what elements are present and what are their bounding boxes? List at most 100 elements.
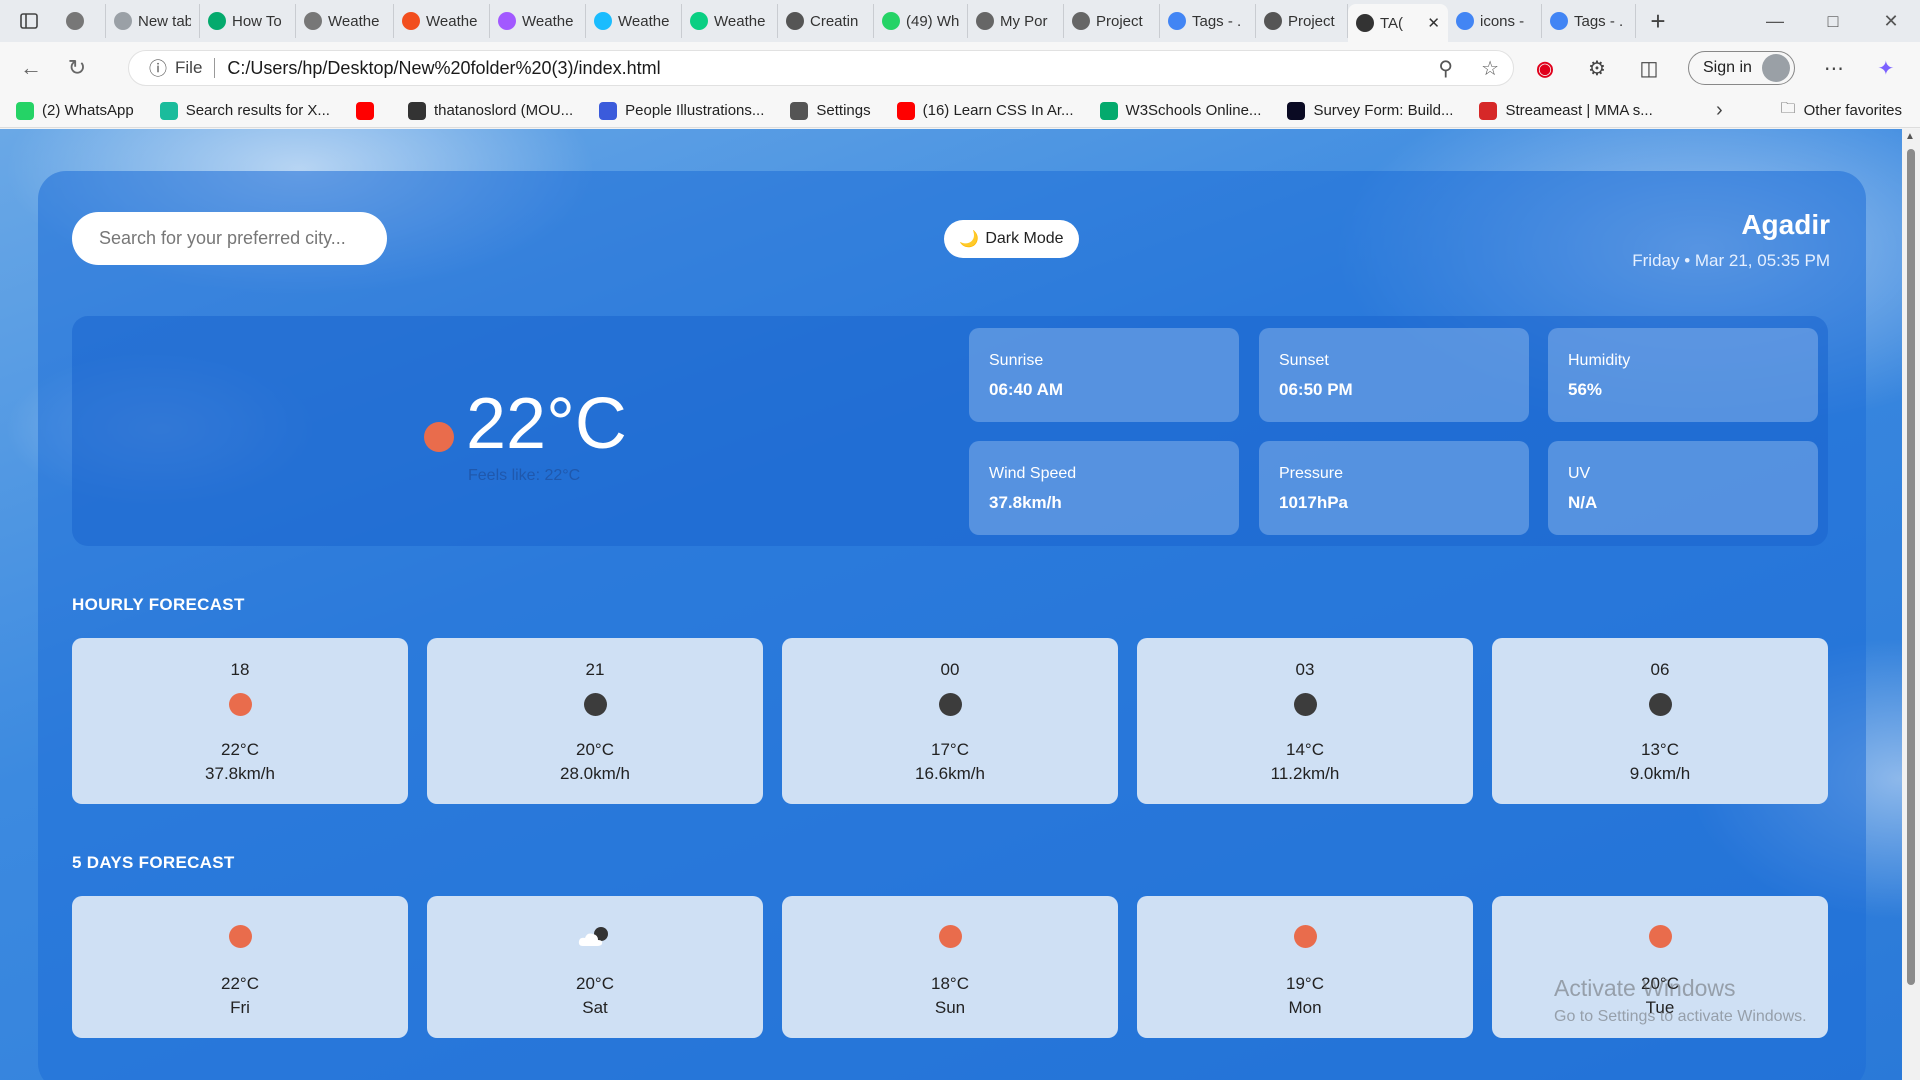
vertex-icon — [159, 101, 178, 120]
browser-tab[interactable]: Tags - . — [1160, 4, 1256, 38]
browser-tab[interactable]: TA(✕ — [1348, 4, 1448, 42]
browser-tab[interactable] — [58, 4, 106, 38]
sign-in-label: Sign in — [1703, 59, 1752, 76]
openai-icon — [1264, 12, 1282, 30]
daily-temp: 19°C — [1286, 974, 1324, 993]
stat-label: Sunrise — [989, 352, 1044, 369]
zoom-icon[interactable]: ⚲ — [1438, 56, 1453, 81]
youtube-icon — [896, 101, 915, 120]
browser-tab[interactable]: Project — [1256, 4, 1348, 38]
browser-tab[interactable]: (49) Wh — [874, 4, 968, 38]
stat-label: Humidity — [1568, 352, 1631, 369]
bookmark-item[interactable]: (2) WhatsApp — [16, 101, 134, 120]
browser-tab[interactable]: icons - — [1448, 4, 1542, 38]
stat-value: N/A — [1568, 493, 1598, 512]
current-date: Friday • Mar 21, 05:35 PM — [1632, 251, 1830, 270]
copilot-icon[interactable]: ✦ — [1873, 56, 1899, 81]
figma-icon — [498, 12, 516, 30]
whatsapp-icon — [882, 12, 900, 30]
page-scrollbar[interactable]: ▲ — [1902, 129, 1920, 1080]
openai-icon — [786, 12, 804, 30]
opera-icon[interactable]: ◉ — [1532, 56, 1558, 81]
bookmark-item[interactable]: Survey Form: Build... — [1287, 101, 1453, 120]
browser-tab[interactable]: Project — [1064, 4, 1160, 38]
browser-tab[interactable]: Weathe — [586, 4, 682, 38]
hourly-card: 00 17°C 16.6km/h — [782, 638, 1118, 804]
minimize-button[interactable]: — — [1746, 0, 1804, 42]
browser-tab[interactable]: Weathe — [394, 4, 490, 38]
browser-tab[interactable]: Tags - . — [1542, 4, 1636, 38]
bookmark-item[interactable]: Search results for X... — [159, 101, 330, 120]
avatar — [1761, 54, 1790, 82]
hourly-time: 21 — [585, 660, 605, 679]
new-tab-button[interactable]: + — [1636, 0, 1680, 42]
globe-icon — [1356, 14, 1374, 32]
browser-tab[interactable]: How To — [200, 4, 296, 38]
close-window-button[interactable]: ✕ — [1862, 0, 1920, 42]
browser-tab[interactable]: My Por — [968, 4, 1064, 38]
bookmark-label: Streameast | MMA s... — [1505, 102, 1653, 119]
google-icon — [1168, 12, 1186, 30]
chevron-right-icon[interactable]: › — [1716, 99, 1723, 122]
watermark-title: Activate Windows — [1554, 975, 1736, 1001]
tab-actions-button[interactable] — [0, 0, 58, 42]
alx-icon — [976, 12, 994, 30]
address-bar[interactable]: ⓘ File C:/Users/hp/Desktop/New%20folder%… — [128, 50, 1514, 86]
bookmark-label: Search results for X... — [185, 102, 330, 119]
city-search-input[interactable] — [72, 212, 387, 265]
split-screen-icon[interactable]: ◫ — [1636, 56, 1662, 81]
hourly-temp: 14°C — [1286, 740, 1324, 759]
window-controls: — □ ✕ — [1746, 0, 1920, 42]
back-button[interactable]: ← — [8, 48, 54, 88]
browser-toolbar: ← ↻ ⓘ File C:/Users/hp/Desktop/New%20fol… — [0, 42, 1920, 94]
google-icon — [1550, 12, 1568, 30]
bookmark-item[interactable]: Streameast | MMA s... — [1479, 101, 1653, 120]
windows-activation-watermark: Activate Windows Go to Settings to activ… — [1554, 975, 1807, 1026]
tab-title: Tags - . — [1574, 12, 1624, 30]
close-tab-icon[interactable]: ✕ — [1427, 14, 1440, 32]
tab-title: Weathe — [618, 12, 670, 30]
bookmark-item[interactable]: People Illustrations... — [599, 101, 765, 120]
tab-title: Weathe — [328, 12, 380, 30]
browser-tab[interactable]: Weathe — [296, 4, 394, 38]
globe-icon — [304, 12, 322, 30]
current-temperature: 22°C — [466, 384, 627, 464]
info-icon[interactable]: ⓘ — [149, 55, 167, 81]
bookmark-item[interactable]: Settings — [790, 101, 871, 120]
sign-in-button[interactable]: Sign in — [1688, 51, 1795, 85]
hourly-time: 06 — [1650, 660, 1670, 679]
stat-sunset: Sunset 06:50 PM — [1259, 328, 1529, 422]
scroll-up-icon[interactable]: ▲ — [1905, 131, 1915, 142]
address-actions: ⚲ ☆ — [1438, 56, 1499, 81]
alx-icon — [1072, 12, 1090, 30]
tab-title: My Por — [1000, 12, 1048, 30]
figma-icon — [690, 12, 708, 30]
favorite-star-icon[interactable]: ☆ — [1481, 56, 1499, 81]
browser-tab[interactable]: New tab — [106, 4, 200, 38]
moon-icon: 🌙 — [959, 231, 980, 248]
figma-icon — [402, 12, 420, 30]
weather-icon — [1649, 693, 1672, 716]
toolbar-right: ◉ ⚙ ◫ Sign in ⋯ ✦ — [1532, 42, 1899, 94]
reload-button[interactable]: ↻ — [54, 48, 100, 88]
dark-mode-button[interactable]: 🌙 Dark Mode — [944, 220, 1079, 258]
bookmark-item[interactable]: (16) Learn CSS In Ar... — [896, 101, 1074, 120]
maximize-button[interactable]: □ — [1804, 0, 1862, 42]
browser-tab[interactable]: Creatin — [778, 4, 874, 38]
more-menu-icon[interactable]: ⋯ — [1821, 56, 1847, 81]
scrollbar-thumb[interactable] — [1907, 149, 1915, 985]
browser-tab[interactable]: Weathe — [490, 4, 586, 38]
google-icon — [1456, 12, 1474, 30]
tab-title: Weathe — [522, 12, 574, 30]
extensions-icon[interactable]: ⚙ — [1584, 56, 1610, 81]
bookmark-label: People Illustrations... — [625, 102, 765, 119]
browser-tab[interactable]: Weathe — [682, 4, 778, 38]
other-favorites[interactable]: 🗀 Other favorites — [1781, 98, 1902, 123]
hourly-forecast-title: HOURLY FORECAST — [72, 595, 245, 614]
stat-value: 1017hPa — [1279, 493, 1348, 512]
address-url[interactable]: C:/Users/hp/Desktop/New%20folder%20(3)/i… — [227, 58, 660, 79]
bookmark-item[interactable]: W3Schools Online... — [1099, 101, 1261, 120]
address-scheme: File — [175, 58, 203, 77]
bookmark-item[interactable]: thatanoslord (MOU... — [407, 101, 573, 120]
bookmark-item[interactable] — [355, 101, 382, 120]
